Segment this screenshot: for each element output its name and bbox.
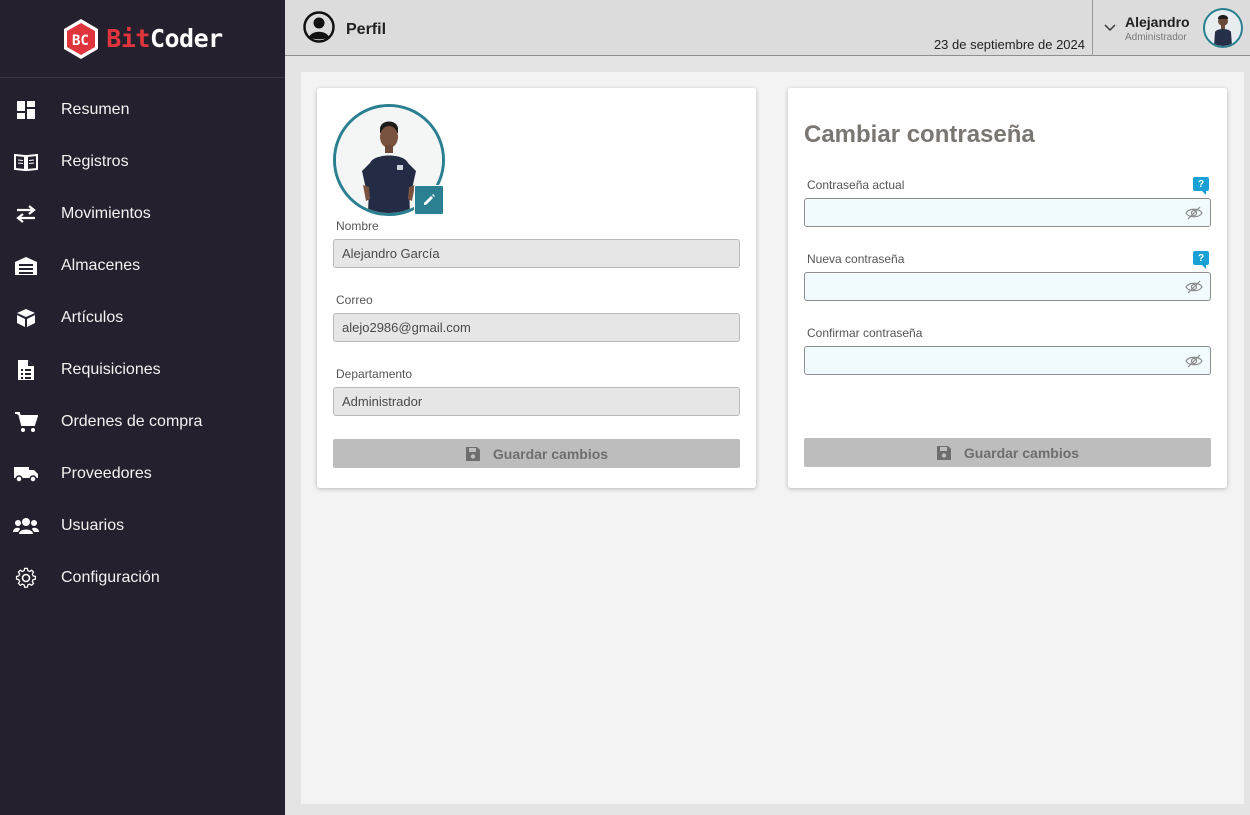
box-icon [13,305,39,331]
brand-bit: Bit [106,24,150,53]
sidebar-item-label: Ordenes de compra [61,413,203,430]
sidebar-item-label: Configuración [61,569,160,586]
department-field[interactable]: Administrador [333,387,740,416]
page-title: Perfil [346,20,387,38]
name-label: Nombre [336,219,379,233]
top-header: Perfil 23 de septiembre de 2024 Alejandr… [285,0,1250,56]
floppy-disk-icon [465,446,480,461]
bitcoder-logo-icon: BC [64,18,99,59]
floppy-disk-icon [936,445,951,460]
sidebar-item-articulos[interactable]: Artículos [0,292,285,344]
edit-avatar-button[interactable] [414,185,444,215]
eye-slash-icon[interactable] [1185,205,1203,221]
dashboard-icon [13,97,39,123]
current-password-label: Contraseña actual [807,178,905,192]
sidebar-item-label: Proveedores [61,465,152,482]
sidebar-item-label: Resumen [61,101,130,118]
password-card: Cambiar contraseña Contraseña actual ? N… [788,88,1227,488]
user-circle-icon [303,11,335,48]
save-button-label: Guardar cambios [963,444,1080,461]
swap-arrows-icon [13,201,39,227]
sidebar-item-ordenes-de-compra[interactable]: Ordenes de compra [0,396,285,448]
user-name: Alejandro [1125,13,1190,30]
save-password-button[interactable]: Guardar cambios [804,438,1211,467]
sidebar-item-label: Movimientos [61,205,151,222]
user-role: Administrador [1125,31,1187,43]
save-button-label: Guardar cambios [492,445,609,462]
sidebar-item-label: Registros [61,153,129,170]
help-icon[interactable]: ? [1193,177,1209,195]
main-content: Nombre Alejandro García Correo alejo2986… [301,72,1244,804]
cart-icon [13,409,39,435]
department-label: Departamento [336,367,413,381]
sidebar-item-label: Artículos [61,309,124,326]
sidebar-item-requisiciones[interactable]: Requisiciones [0,344,285,396]
book-icon [13,149,39,175]
truck-icon [13,461,39,487]
brand-coder: Coder [149,24,223,53]
sidebar-item-configuracion[interactable]: Configuración [0,552,285,604]
chevron-down-icon [1104,24,1116,31]
avatar[interactable] [1203,8,1243,48]
eye-slash-icon[interactable] [1185,279,1203,295]
warehouse-icon [13,253,39,279]
profile-card: Nombre Alejandro García Correo alejo2986… [317,88,756,488]
sidebar: BC BitCoder Resumen Registros Movimiento… [0,0,285,815]
new-password-input[interactable] [804,272,1211,301]
name-field[interactable]: Alejandro García [333,239,740,268]
sidebar-item-movimientos[interactable]: Movimientos [0,188,285,240]
pencil-icon [424,194,435,205]
brand-logo[interactable]: BC BitCoder [0,0,285,78]
svg-text:BC: BC [72,33,89,49]
sidebar-nav: Resumen Registros Movimientos Almacenes … [0,84,285,604]
sidebar-item-label: Almacenes [61,257,141,274]
sidebar-item-label: Usuarios [61,517,125,534]
save-profile-button[interactable]: Guardar cambios [333,439,740,468]
new-password-label: Nueva contraseña [807,252,905,266]
sidebar-item-proveedores[interactable]: Proveedores [0,448,285,500]
current-date: 23 de septiembre de 2024 [933,37,1085,52]
sidebar-item-registros[interactable]: Registros [0,136,285,188]
eye-slash-icon[interactable] [1185,353,1203,369]
confirm-password-input[interactable] [804,346,1211,375]
gear-icon [13,565,39,591]
sidebar-item-resumen[interactable]: Resumen [0,84,285,136]
sidebar-item-label: Requisiciones [61,361,161,378]
document-list-icon [13,357,39,383]
password-section-title: Cambiar contraseña [804,121,1035,148]
confirm-password-label: Confirmar contraseña [807,326,923,340]
help-icon[interactable]: ? [1193,251,1209,269]
email-label: Correo [336,293,373,307]
sidebar-item-usuarios[interactable]: Usuarios [0,500,285,552]
email-field[interactable]: alejo2986@gmail.com [333,313,740,342]
users-icon [13,513,39,539]
current-password-input[interactable] [804,198,1211,227]
sidebar-item-almacenes[interactable]: Almacenes [0,240,285,292]
user-menu[interactable]: Alejandro Administrador [1092,0,1250,56]
